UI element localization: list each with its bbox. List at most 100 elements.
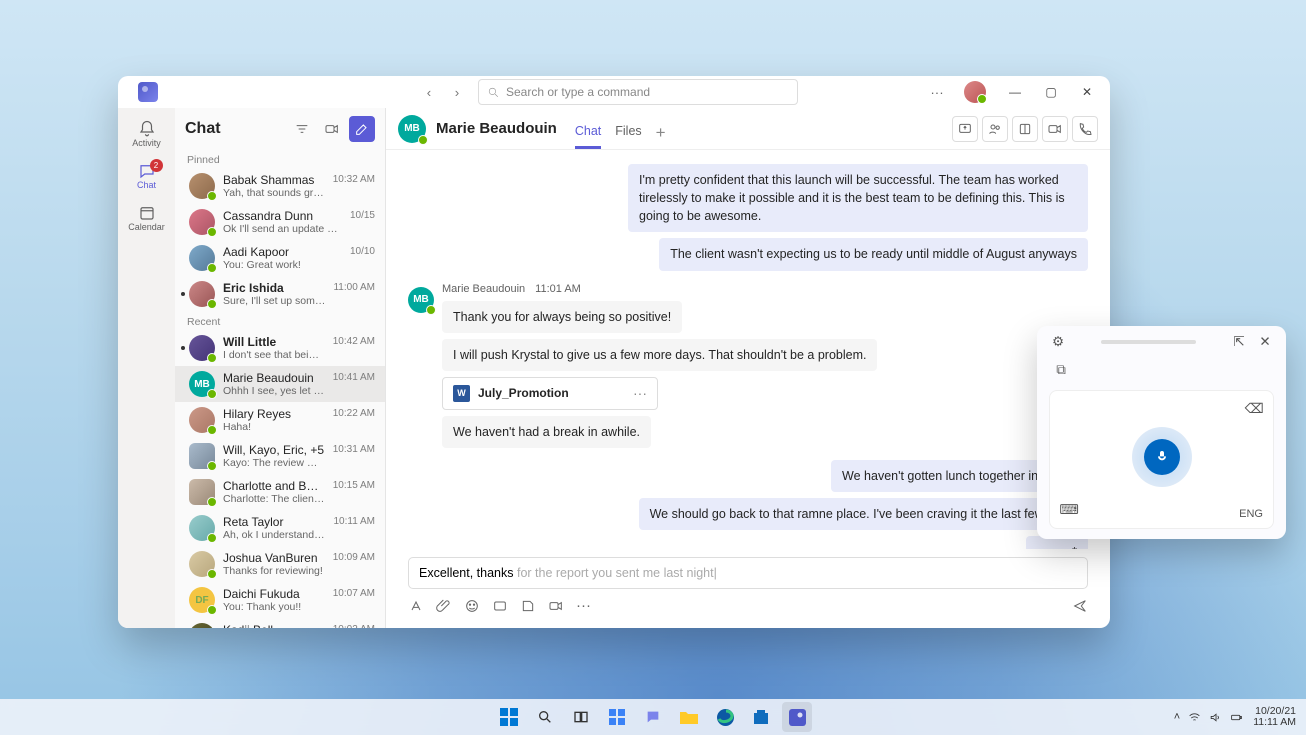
taskbar-clock[interactable]: 10/20/21 11:11 AM: [1253, 706, 1296, 728]
compose-suggestion: for the report you sent me last night|: [517, 566, 717, 580]
compose-icon: [354, 121, 370, 137]
store-button[interactable]: [746, 702, 776, 732]
section-pinned: Pinned: [175, 150, 385, 168]
mic-button[interactable]: [1132, 427, 1192, 487]
word-icon: [453, 385, 470, 402]
chat-row[interactable]: Aadi KapoorYou: Great work!10/10: [175, 240, 385, 276]
chat-list-title: Chat: [185, 120, 285, 138]
more-button[interactable]: ···: [922, 79, 952, 105]
search-icon: [487, 86, 500, 99]
voice-pin-button[interactable]: ⇱: [1226, 329, 1252, 355]
backspace-button[interactable]: ⌫: [1243, 399, 1265, 419]
peer-avatar[interactable]: MB: [398, 115, 426, 143]
message-in: We haven't had a break in awhile.: [442, 416, 651, 448]
peer-name: Marie Beaudouin: [436, 120, 557, 137]
filter-button[interactable]: [289, 116, 315, 142]
chat-row[interactable]: DFDaichi FukudaYou: Thank you!!10:07 AM: [175, 582, 385, 618]
system-tray[interactable]: ˄: [1174, 711, 1243, 724]
voice-settings-button[interactable]: ⚙: [1045, 329, 1071, 355]
chat-row[interactable]: Charlotte and BabakCharlotte: The client…: [175, 474, 385, 510]
chat-row[interactable]: Reta TaylorAh, ok I understand now.10:11…: [175, 510, 385, 546]
meet-now-button[interactable]: [319, 116, 345, 142]
nav-forward-button[interactable]: ›: [444, 79, 470, 105]
chat-row[interactable]: Will LittleI don't see that being an iss…: [175, 330, 385, 366]
sticker-icon[interactable]: [520, 598, 536, 614]
popout-button[interactable]: [1012, 116, 1038, 142]
phone-icon: [1077, 121, 1093, 137]
composer: Excellent, thanks for the report you sen…: [386, 549, 1110, 628]
tab-files[interactable]: Files: [615, 124, 641, 149]
volume-icon[interactable]: [1209, 711, 1222, 724]
message-out: The client wasn't expecting us to be rea…: [659, 238, 1088, 270]
chat-row[interactable]: Will, Kayo, Eric, +5Kayo: The review wen…: [175, 438, 385, 474]
voice-close-button[interactable]: ✕: [1252, 329, 1278, 355]
rail-chat[interactable]: 2 Chat: [121, 156, 173, 196]
rail-calendar[interactable]: Calendar: [121, 198, 173, 238]
edge-button[interactable]: [710, 702, 740, 732]
message-in: I will push Krystal to give us a few mor…: [442, 339, 877, 371]
file-more-icon[interactable]: ···: [633, 385, 647, 401]
tray-chevron-icon[interactable]: ˄: [1174, 711, 1180, 723]
compose-input[interactable]: Excellent, thanks for the report you sen…: [408, 557, 1088, 589]
video-icon: [324, 121, 340, 137]
tab-chat[interactable]: Chat: [575, 124, 601, 149]
task-view-button[interactable]: [566, 702, 596, 732]
chat-row[interactable]: Cassandra DunnOk I'll send an update ove…: [175, 204, 385, 240]
window-maximize-button[interactable]: ▢: [1034, 78, 1068, 106]
chat-icon: [645, 709, 661, 725]
add-tab-button[interactable]: +: [656, 123, 666, 149]
chat-row[interactable]: Joshua VanBurenThanks for reviewing!10:0…: [175, 546, 385, 582]
meeting-icon[interactable]: [548, 598, 564, 614]
chat-row[interactable]: Babak ShammasYah, that sounds great10:32…: [175, 168, 385, 204]
chat-row[interactable]: Kadji BellYou: I like the idea, let's pi…: [175, 618, 385, 628]
chat-row[interactable]: Eric IshidaSure, I'll set up something f…: [175, 276, 385, 312]
bell-icon: [138, 120, 156, 138]
taskview-icon: [573, 709, 589, 725]
attach-icon[interactable]: [436, 598, 452, 614]
new-chat-button[interactable]: [349, 116, 375, 142]
window-minimize-button[interactable]: —: [998, 78, 1032, 106]
conversation-header: MB Marie Beaudouin Chat Files +: [386, 108, 1110, 150]
rail-activity[interactable]: Activity: [121, 114, 173, 154]
audio-call-button[interactable]: [1072, 116, 1098, 142]
people-button[interactable]: [982, 116, 1008, 142]
screen-share-button[interactable]: [952, 116, 978, 142]
emoji-icon[interactable]: [464, 598, 480, 614]
search-input[interactable]: Search or type a command: [478, 79, 798, 105]
send-button[interactable]: [1072, 598, 1088, 614]
people-icon: [987, 121, 1003, 137]
mic-icon: [1154, 449, 1170, 465]
widgets-icon: [609, 709, 625, 725]
voice-language[interactable]: ENG: [1239, 508, 1263, 520]
nav-back-button[interactable]: ‹: [416, 79, 442, 105]
voice-body: ⌫ ⌨ ENG: [1049, 390, 1274, 529]
messages-scroll[interactable]: I'm pretty confident that this launch wi…: [386, 150, 1110, 549]
teams-logo-icon: [138, 82, 158, 102]
chat-row[interactable]: Hilary ReyesHaha!10:22 AM: [175, 402, 385, 438]
taskbar-search-button[interactable]: [530, 702, 560, 732]
chat-app-button[interactable]: [638, 702, 668, 732]
video-call-button[interactable]: [1042, 116, 1068, 142]
explorer-button[interactable]: [674, 702, 704, 732]
filter-icon: [294, 121, 310, 137]
start-button[interactable]: [494, 702, 524, 732]
teams-taskbar-button[interactable]: [782, 702, 812, 732]
teams-window: ‹ › Search or type a command ··· — ▢ ✕ A…: [118, 76, 1110, 628]
side-rail: Activity 2 Chat Calendar: [118, 108, 175, 628]
gif-icon[interactable]: [492, 598, 508, 614]
file-attachment[interactable]: July_Promotion ···: [442, 377, 658, 410]
current-user-avatar[interactable]: [964, 81, 986, 103]
search-icon: [537, 709, 553, 725]
drag-handle[interactable]: [1101, 340, 1196, 344]
keyboard-button[interactable]: ⌨: [1058, 500, 1080, 520]
wifi-icon[interactable]: [1188, 711, 1201, 724]
video-icon: [1047, 121, 1063, 137]
chat-rows[interactable]: Babak ShammasYah, that sounds great10:32…: [175, 168, 385, 628]
format-icon[interactable]: [408, 598, 424, 614]
widgets-button[interactable]: [602, 702, 632, 732]
window-close-button[interactable]: ✕: [1070, 78, 1104, 106]
battery-icon[interactable]: [1230, 711, 1243, 724]
voice-popout-button[interactable]: ⧉: [1051, 360, 1071, 380]
chat-row-selected[interactable]: MBMarie BeaudouinOhhh I see, yes let me …: [175, 366, 385, 402]
compose-more-icon[interactable]: ···: [576, 597, 591, 614]
